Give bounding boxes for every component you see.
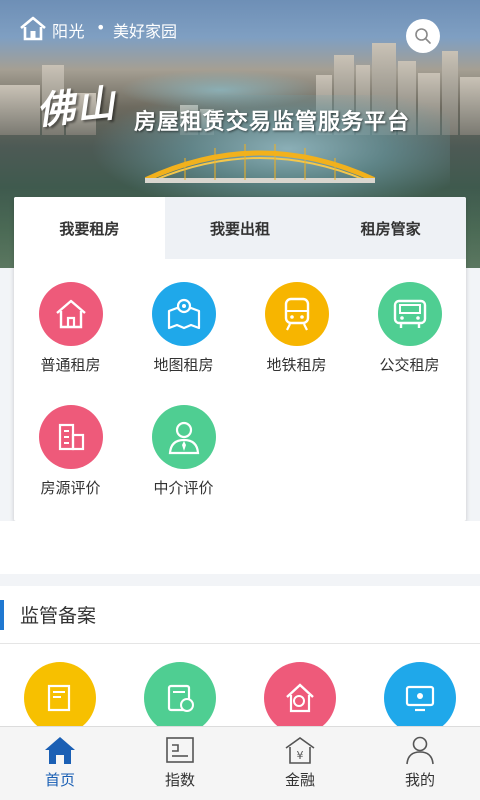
index-icon [166, 737, 194, 763]
service-label: 公交租房 [379, 356, 440, 374]
service-label: 地图租房 [153, 356, 214, 374]
nav-index-label: 指数 [164, 771, 195, 789]
brand-logo-text: 佛山 [34, 79, 119, 134]
nav-finance-label: 金融 [284, 771, 315, 789]
service-tabs: 我要租房 我要出租 租房管家 [14, 197, 466, 259]
service-bus-rent[interactable]: 公交租房 [353, 282, 466, 375]
service-map-rent[interactable]: 地图租房 [127, 282, 240, 375]
platform-title: 房屋租赁交易监管服务平台 [134, 110, 411, 135]
section-title: 监管备案 [20, 605, 97, 627]
agent-icon [151, 405, 216, 469]
user-icon [406, 736, 434, 765]
record-icon[interactable] [24, 662, 96, 734]
service-label: 普通租房 [40, 356, 101, 374]
nav-finance[interactable]: ¥ 金融 [240, 727, 360, 800]
search-button[interactable] [406, 19, 440, 53]
subway-icon [264, 282, 329, 346]
house-search-icon[interactable] [264, 662, 336, 734]
location-separator: • [96, 18, 106, 37]
spacer [0, 521, 480, 574]
location-city[interactable]: 阳光 [52, 18, 85, 42]
location-home-icon[interactable] [18, 15, 48, 41]
service-listing-review[interactable]: 房源评价 [14, 405, 127, 498]
document-star-icon[interactable] [144, 662, 216, 734]
search-icon [415, 28, 431, 44]
nav-mine[interactable]: 我的 [360, 727, 480, 800]
house-icon [38, 282, 103, 346]
service-card: 我要租房 我要出租 租房管家 普通租房 地图租房 地铁租房 公交租房 房源评价 … [14, 197, 466, 521]
tab-rent-in[interactable]: 我要租房 [14, 197, 165, 259]
tab-rental-butler[interactable]: 租房管家 [315, 197, 466, 259]
nav-home-label: 首页 [44, 771, 75, 789]
service-normal-rent[interactable]: 普通租房 [14, 282, 127, 375]
service-subway-rent[interactable]: 地铁租房 [240, 282, 353, 375]
service-label: 地铁租房 [266, 356, 327, 374]
service-label: 房源评价 [40, 479, 101, 497]
svg-text:¥: ¥ [297, 749, 304, 762]
bus-icon [377, 282, 442, 346]
location-area[interactable]: 美好家园 [113, 18, 177, 42]
home-icon [45, 737, 75, 764]
section-accent-bar [0, 600, 4, 630]
nav-home[interactable]: 首页 [0, 727, 120, 800]
monitor-icon[interactable] [384, 662, 456, 734]
map-icon [151, 282, 216, 346]
service-agent-review[interactable]: 中介评价 [127, 405, 240, 498]
building-icon [38, 405, 103, 469]
bridge-illustration [145, 144, 375, 183]
nav-mine-label: 我的 [404, 771, 435, 789]
supervision-section: 监管备案 [0, 586, 480, 736]
bottom-nav: 首页 指数 ¥ 金融 我的 [0, 726, 480, 800]
nav-index[interactable]: 指数 [120, 727, 240, 800]
tab-rent-out[interactable]: 我要出租 [164, 197, 316, 259]
service-label: 中介评价 [153, 479, 214, 497]
finance-icon: ¥ [285, 737, 315, 764]
